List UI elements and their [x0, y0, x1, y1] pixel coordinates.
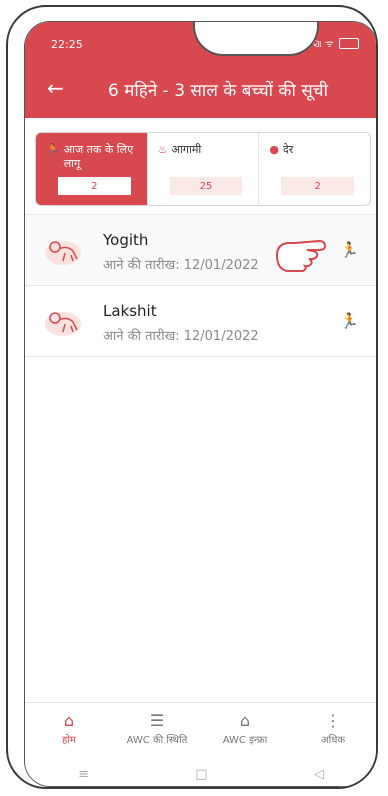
child-name: Yogith	[103, 231, 149, 249]
list-item[interactable]: Yogith आने की तारीख: 12/01/2022 🏃	[25, 214, 376, 286]
tab-upcoming-label: आगामी	[171, 143, 202, 156]
nav-home[interactable]: ⌂ होम	[25, 703, 113, 761]
tab-late-label: देर	[282, 143, 294, 156]
cake-icon: ♨	[157, 143, 168, 156]
battery-icon	[339, 37, 359, 49]
children-list: Yogith आने की तारीख: 12/01/2022 🏃 Lakshi…	[25, 214, 376, 357]
baby-crawl-icon	[45, 241, 81, 265]
tab-late-count: 2	[281, 177, 355, 195]
back-triangle-icon[interactable]: ◁	[314, 767, 324, 782]
nav-awc-infra[interactable]: ⌂ AWC इन्फ्रा	[201, 703, 289, 761]
status-time: 22:25	[51, 38, 83, 51]
more-icon: ⋮	[325, 711, 341, 730]
child-name: Lakshit	[103, 302, 157, 320]
runner-icon[interactable]: 🏃	[340, 312, 359, 330]
tab-upcoming-count: 25	[169, 177, 243, 195]
child-date: आने की तारीख: 12/01/2022	[103, 258, 259, 273]
tab-late[interactable]: ● देर 2	[259, 133, 370, 205]
recent-apps-icon[interactable]: ≡	[78, 767, 89, 782]
home-icon: ⌂	[63, 711, 75, 730]
home-square-icon[interactable]: □	[195, 767, 207, 782]
nav-home-label: होम	[62, 735, 76, 746]
phone-frame: 22:25 ଏ ସା ᯤ ← 6 महिने - 3 साल के बच्चों…	[6, 5, 378, 789]
summary-tabs: 🏃 आज तक के लिए लागू 2 ♨ आगामी 25 ● देर 2	[35, 132, 371, 206]
pointing-hand-icon	[275, 239, 327, 272]
tab-due-today[interactable]: 🏃 आज तक के लिए लागू 2	[36, 133, 148, 205]
camera-notch	[193, 22, 319, 56]
list-icon: ☰	[149, 711, 165, 730]
tab-upcoming[interactable]: ♨ आगामी 25	[148, 133, 260, 205]
tab-due-today-count: 2	[58, 177, 131, 195]
tab-due-today-label: आज तक के लिए लागू	[63, 143, 134, 170]
runner-icon[interactable]: 🏃	[340, 241, 359, 259]
system-nav-bar: ≡ □ ◁	[25, 760, 376, 786]
nav-awc-status[interactable]: ☰ AWC की स्थिति	[113, 703, 201, 761]
nav-more[interactable]: ⋮ अधिक	[289, 703, 376, 761]
bottom-nav: ⌂ होम ☰ AWC की स्थिति ⌂ AWC इन्फ्रा ⋮ अध…	[25, 702, 376, 761]
page-title: 6 महिने - 3 साल के बच्चों की सूची	[108, 81, 328, 101]
baby-crawl-icon	[45, 312, 81, 336]
building-icon: ⌂	[239, 711, 251, 730]
alert-icon: ●	[269, 143, 279, 156]
nav-awc-infra-label: AWC इन्फ्रा	[222, 735, 268, 746]
list-item[interactable]: Lakshit आने की तारीख: 12/01/2022 🏃	[25, 286, 376, 357]
screen: 22:25 ଏ ସା ᯤ ← 6 महिने - 3 साल के बच्चों…	[24, 21, 376, 787]
nav-awc-status-label: AWC की स्थिति	[126, 735, 188, 746]
child-date: आने की तारीख: 12/01/2022	[103, 329, 259, 344]
runner-icon: 🏃	[46, 143, 60, 156]
nav-more-label: अधिक	[320, 735, 346, 746]
